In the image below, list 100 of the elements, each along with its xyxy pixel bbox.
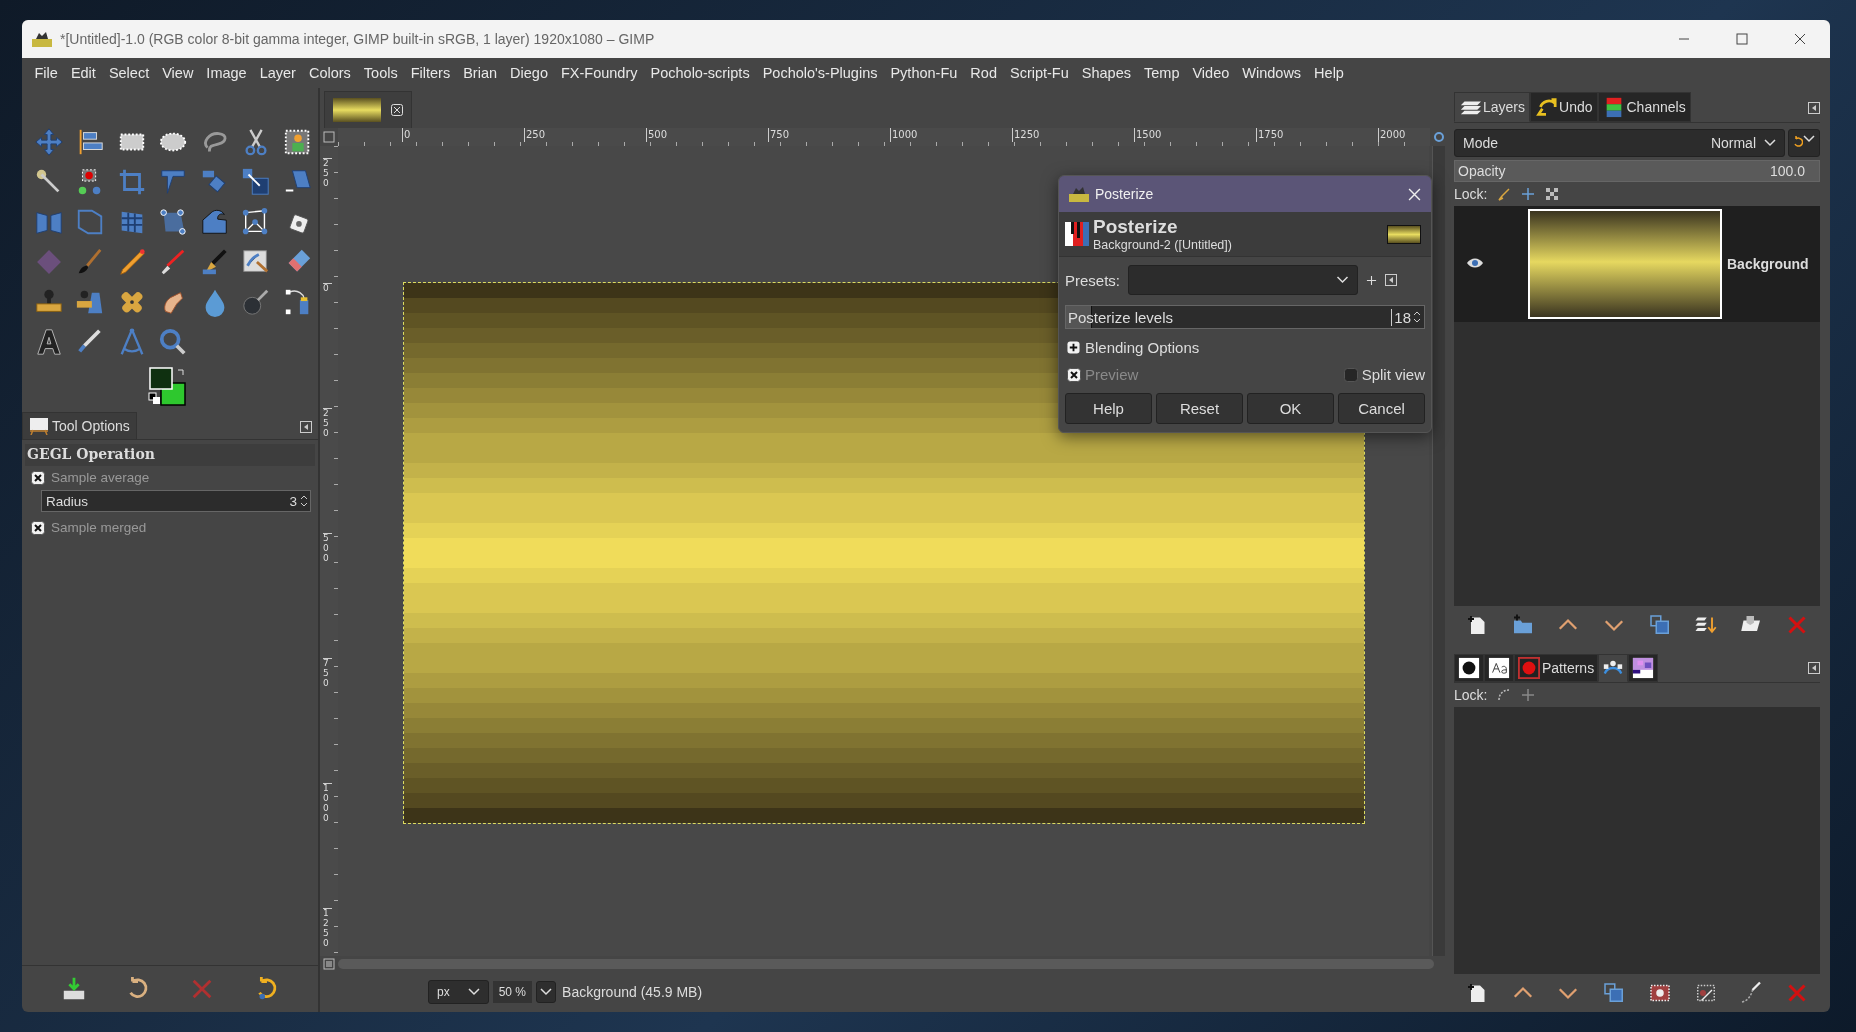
menu-item[interactable]: Layer [253,65,303,81]
vertical-scrollbar[interactable] [1432,146,1445,956]
dialog-button[interactable]: Help [1065,393,1152,424]
split-view-label: Split view [1361,366,1425,383]
lock-label: Lock: [1454,186,1488,202]
duplicate-icon[interactable] [1647,613,1672,637]
image-tab[interactable] [324,91,412,128]
ruler-label: 500 [323,533,332,564]
panel-menu-icon[interactable] [1808,102,1820,114]
handle-transform-icon[interactable] [158,207,189,237]
tab-label: Tool Options [52,418,130,434]
menu-item[interactable]: Tools [357,65,405,81]
ruler-label: 500 [646,128,668,142]
lock-pixels-icon[interactable] [1497,187,1512,201]
warp-icon[interactable] [199,207,230,237]
menu-item[interactable]: Help [1307,65,1351,81]
dialog-button[interactable]: Cancel [1338,393,1425,424]
menu-item[interactable]: Edit [64,65,103,81]
palette-icon [1632,657,1655,679]
tool-options-tab[interactable]: Tool Options [22,412,137,439]
panel-menu-icon[interactable] [300,421,312,433]
options-title: GEGL Operation [25,444,315,466]
navigate-icon[interactable] [323,958,335,970]
layer-name: Background [1727,256,1809,272]
menu-item[interactable]: FX-Foundry [554,65,644,81]
menu-item[interactable]: Image [199,65,254,81]
menu-item[interactable]: Script-Fu [1003,65,1076,81]
spin-arrows-icon[interactable] [300,494,308,508]
eye-icon[interactable] [1466,257,1484,269]
preview-label: Preview [1085,366,1139,383]
menu-item[interactable]: Pocholo-scripts [644,65,757,81]
zoom-lock-icon[interactable] [1433,131,1445,143]
tab-label: Undo [1559,99,1593,115]
menu-item[interactable]: Windows [1235,65,1308,81]
lock-position-icon[interactable] [1521,187,1536,201]
zoom-field[interactable]: 50 % [492,981,533,1003]
ruler-label: 1750 [1256,128,1284,142]
ruler-label: 250 [524,128,546,142]
ruler-label: 1250 [1012,128,1040,142]
menu-item[interactable]: Rod [963,65,1004,81]
scale-icon[interactable] [241,167,272,197]
layer-row[interactable]: Background [1454,206,1820,322]
brush-icon [1458,657,1480,679]
panel-tab[interactable]: Channels [1597,92,1691,122]
expand-icon[interactable] [1067,341,1080,354]
maximize-icon[interactable] [1736,33,1748,45]
spin-arrows-icon[interactable] [1413,310,1421,324]
menu-item[interactable]: Shapes [1075,65,1138,81]
window-title: *[Untitled]-1.0 (RGB color 8-bit gamma integer, GIMP built-in sRGB, 1 layer) 1920x1080 – GIMP [60,31,655,47]
panel-tab[interactable]: Undo [1530,92,1598,122]
menu-item[interactable]: Pocholo's-Plugins [756,65,884,81]
add-icon[interactable] [1366,274,1378,286]
panel-tab[interactable] [1454,654,1484,682]
reset-arrow-icon [1793,135,1803,149]
menu-item[interactable]: Python-Fu [883,65,964,81]
stroke-path-icon[interactable] [1739,981,1764,1005]
lock-alpha-icon[interactable] [1545,187,1560,201]
dialog-title: Posterize [1095,186,1154,202]
zoom-dropdown[interactable] [536,981,557,1003]
dialog-button[interactable]: Reset [1156,393,1243,424]
quick-mask-icon[interactable] [323,131,335,143]
chevron-icon [467,988,480,996]
panel-menu-icon[interactable] [1808,662,1820,674]
checkbox[interactable] [31,520,45,535]
chevron-icon [1336,276,1350,284]
checkbox[interactable] [1067,367,1081,382]
menu-item[interactable]: Colors [302,65,358,81]
menu-item[interactable]: View [155,65,200,81]
easel-icon [29,417,49,435]
panel-tab[interactable]: Patterns [1514,654,1599,682]
lock-path-icon[interactable] [1497,688,1512,702]
panel-tab[interactable] [1598,654,1629,682]
menu-item[interactable]: Select [102,65,156,81]
mode-switch-dropdown[interactable] [1788,129,1820,157]
save-preset-icon[interactable] [61,976,87,1002]
panel-tab[interactable]: Layers [1454,92,1531,122]
tab-label: Channels [1626,99,1686,115]
menu-item[interactable]: Filters [404,65,457,81]
menu-item[interactable]: Video [1185,65,1236,81]
dialog-button[interactable]: OK [1247,393,1334,424]
menu-item[interactable]: Brian [456,65,504,81]
posterize-levels-slider[interactable]: Posterize levels 18 [1065,305,1425,329]
menu-item[interactable]: File [28,65,65,81]
menu-item[interactable]: Temp [1137,65,1186,81]
radius-spin-field[interactable]: Radius 3 [41,490,311,512]
unit-dropdown[interactable]: px [428,980,489,1004]
panel-tab[interactable] [1628,654,1659,682]
opacity-slider[interactable]: Opacity 100.0 [1454,160,1820,182]
blending-options-label[interactable]: Blending Options [1085,339,1200,356]
panel-menu-icon[interactable] [1385,274,1398,286]
undo-icon [1535,96,1558,118]
mode-dropdown[interactable]: Mode Normal [1454,129,1785,157]
app-logo-icon [32,31,52,47]
checkbox[interactable] [1343,367,1358,382]
menu-item[interactable]: Diego [503,65,555,81]
panel-tab[interactable] [1484,654,1514,682]
close-icon[interactable] [1794,33,1806,45]
move-icon[interactable] [33,127,64,157]
chevron-icon [540,988,553,996]
checkbox[interactable] [31,470,45,485]
